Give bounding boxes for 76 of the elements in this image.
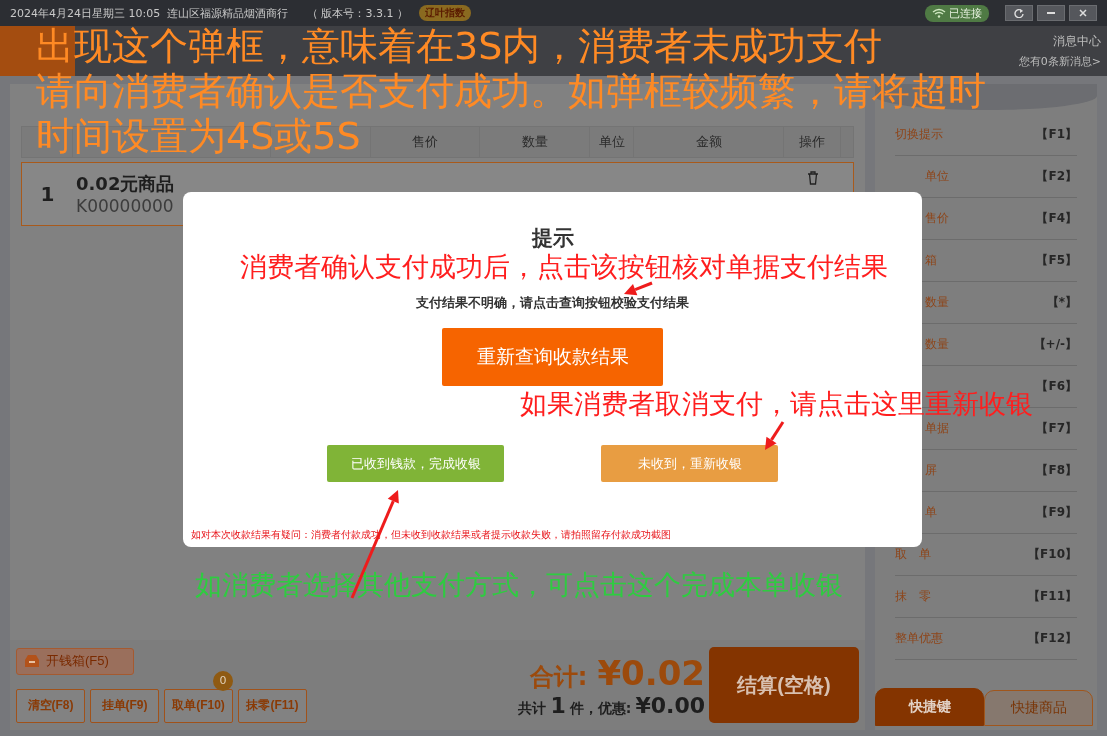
shortcut-key: 【F4】 [1036, 210, 1077, 227]
dialog-title: 提示 [531, 225, 574, 252]
message-center-title: 消息中心 [1053, 33, 1101, 50]
annotation-text: 请向消费者确认是否支付成功。如弹框较频繁，请将超时 [36, 69, 986, 114]
discount-amount: ¥0.00 [635, 692, 705, 718]
refresh-icon [1014, 8, 1024, 18]
confirm-button[interactable]: 已收到钱款，完成收银 [327, 445, 504, 482]
message-center[interactable]: 消息中心 您有0条新消息> [1001, 26, 1107, 76]
date-time: 2024年4月24日星期三 10:05 [10, 5, 162, 21]
annotation-text: 如消费者选择其他支付方式，可点击这个完成本单收银 [195, 569, 843, 601]
total-label: 合计: [529, 661, 588, 693]
connection-label: 已连接 [949, 5, 982, 21]
cash-drawer-button[interactable]: 开钱箱(F5) [16, 647, 134, 675]
index-badge[interactable]: 辽叶指数 [419, 5, 471, 21]
action-button[interactable]: 抹零(F11) [238, 688, 307, 723]
annotation-text: 出现这个弹框，意味着在3S内，消费者未成功支付 [36, 24, 883, 69]
shortcut-label: 箱 [924, 252, 937, 269]
shortcut-key: 【F8】 [1036, 462, 1077, 479]
shortcut-key: 【F7】 [1036, 420, 1077, 437]
annotation-text: 消费者确认支付成功后，点击该按钮核对单据支付结果 [240, 251, 888, 283]
trash-icon [806, 171, 819, 185]
shop-name: 连山区福源精品烟酒商行 [167, 5, 289, 21]
dialog-message: 支付结果不明确，请点击查询按钮校验支付结果 [416, 294, 689, 312]
arrow [765, 421, 785, 450]
action-button[interactable]: 挂单(F9) [90, 688, 159, 723]
shortcut-label: 售价 [924, 210, 949, 227]
shortcut-label: 数量 [924, 294, 949, 311]
shortcut-label: 单位 [924, 168, 949, 185]
shortcut-key: 【F6】 [1036, 378, 1077, 395]
shortcut-key: 【F5】 [1036, 252, 1077, 269]
annotation-text: 时间设置为4S或5S [36, 114, 361, 159]
shortcut-label: 单据 [924, 420, 949, 437]
product-code: K00000000 [76, 196, 174, 216]
retry-button[interactable]: 未收到，重新收银 [601, 445, 778, 482]
minimize-button[interactable] [1037, 5, 1065, 21]
count-prefix: 共计 [518, 699, 547, 718]
wifi-icon [932, 8, 946, 18]
panel-tab[interactable]: 快捷商品 [984, 690, 1093, 726]
action-button[interactable]: 取单(F10) [164, 688, 233, 723]
new-message-count: 您有0条新消息> [1018, 54, 1101, 69]
shortcut-label: 抹 零 [895, 588, 931, 605]
discount-label: 件，优惠: [569, 699, 632, 718]
shortcut-label: 单 [924, 504, 937, 521]
arrow [624, 281, 653, 296]
drawer-icon [24, 654, 40, 668]
close-button[interactable] [1069, 5, 1097, 21]
refresh-button[interactable] [1005, 5, 1033, 21]
count-badge: 0 [213, 670, 233, 691]
column-header: 操作 [784, 127, 841, 157]
shortcut-key: 【F11】 [1028, 588, 1077, 605]
action-button[interactable]: 清空(F8) [16, 688, 85, 723]
shortcut-label: 切换提示 [895, 126, 943, 143]
panel-tab[interactable]: 快捷键 [875, 688, 984, 726]
shortcut-key: 【+/-】 [1033, 336, 1077, 353]
shortcut-label: 取 单 [895, 546, 931, 563]
shortcut-label: 数量 [924, 336, 949, 353]
item-count: 1 [550, 692, 566, 718]
shortcut-key: 【*】 [1046, 294, 1077, 311]
shortcut-key: 【F2】 [1036, 168, 1077, 185]
requery-button[interactable]: 重新查询收款结果 [442, 328, 663, 386]
column-header: 售价 [371, 127, 480, 157]
product-name: 0.02元商品 [76, 172, 175, 196]
checkout-button[interactable]: 结算(空格) [709, 647, 859, 723]
shortcut-label: 整单优惠 [895, 630, 943, 647]
shortcut-key: 【F9】 [1036, 504, 1077, 521]
column-header: 单位 [590, 127, 634, 157]
version-label: （ 版本号：3.3.1 ） [307, 5, 409, 21]
column-header: 数量 [480, 127, 590, 157]
shortcut-key: 【F1】 [1036, 126, 1077, 143]
shortcut-label: 屏 [924, 462, 937, 479]
shortcut-key: 【F10】 [1028, 546, 1077, 563]
column-header: 金额 [634, 127, 784, 157]
row-number: 1 [39, 181, 56, 208]
total-amount: ¥0.02 [597, 652, 705, 693]
shortcut-key: 【F12】 [1028, 630, 1077, 647]
close-icon [1078, 8, 1088, 18]
